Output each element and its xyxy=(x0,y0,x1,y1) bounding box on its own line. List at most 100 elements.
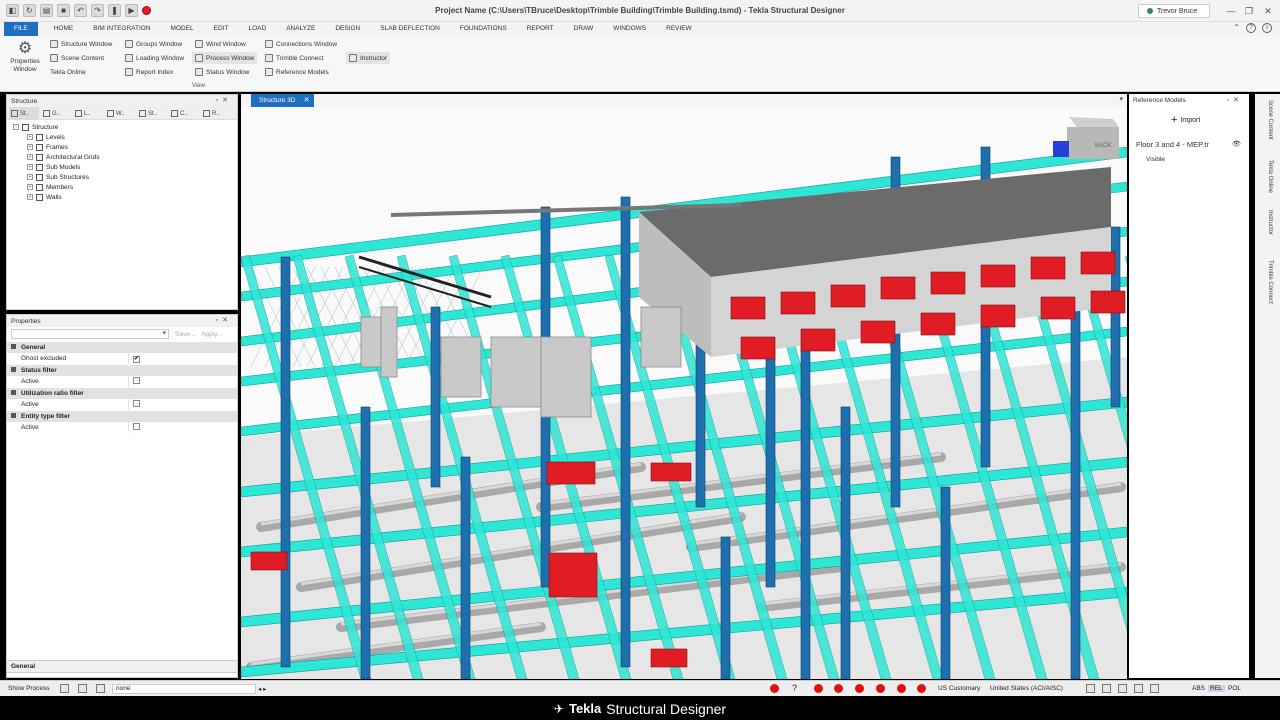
filter-icon[interactable] xyxy=(78,684,87,693)
expand-icon[interactable]: + xyxy=(27,154,33,160)
tree-item-members[interactable]: + Members xyxy=(13,182,237,192)
tree-item-walls[interactable]: + Walls xyxy=(13,192,237,202)
tab-analyze[interactable]: ANALYZE xyxy=(276,22,325,36)
error-icon-3[interactable] xyxy=(855,684,864,693)
tab-review[interactable]: REVIEW xyxy=(656,22,702,36)
tree-item-sub-models[interactable]: + Sub Models xyxy=(13,162,237,172)
tab-windows[interactable]: WINDOWS xyxy=(603,22,656,36)
report-index-button[interactable]: Report Index xyxy=(122,66,176,78)
tab-status[interactable]: St.. xyxy=(137,107,167,120)
section-entity-type-filter[interactable]: Entity type filter xyxy=(7,411,237,422)
tab-edit[interactable]: EDIT xyxy=(204,22,239,36)
tree-item-levels[interactable]: + Levels xyxy=(13,132,237,142)
tree-item-frames[interactable]: + Frames xyxy=(13,142,237,152)
3d-viewport[interactable]: BACK xyxy=(241,107,1127,679)
tab-connections[interactable]: C.. xyxy=(169,107,199,120)
tab-model[interactable]: MODEL xyxy=(161,22,204,36)
error-icon-5[interactable] xyxy=(897,684,906,693)
instructor-button[interactable]: Instructor xyxy=(346,52,391,64)
wind-window-button[interactable]: Wind Window xyxy=(192,38,249,50)
user-account[interactable]: Trevor Bruce xyxy=(1138,4,1210,18)
expand-icon[interactable]: + xyxy=(27,174,33,180)
import-button[interactable]: + Import xyxy=(1171,115,1200,126)
units-label[interactable]: US Customary xyxy=(938,685,980,692)
tab-wind[interactable]: W.. xyxy=(105,107,135,120)
status-active-checkbox[interactable] xyxy=(133,377,140,384)
help-icon[interactable]: ? xyxy=(792,683,797,693)
tab-home[interactable]: HOME xyxy=(44,22,84,36)
panel-close-icon[interactable]: ✕ xyxy=(222,317,232,324)
tab-design[interactable]: DESIGN xyxy=(325,22,370,36)
tab-slab-deflection[interactable]: SLAB DEFLECTION xyxy=(370,22,450,36)
entity-active-checkbox[interactable] xyxy=(133,423,140,430)
side-tab-instructor[interactable]: Instructor xyxy=(1259,210,1273,235)
info-icon[interactable]: i xyxy=(1262,23,1272,33)
groups-window-button[interactable]: Groups Window xyxy=(122,38,185,50)
grid-icon[interactable] xyxy=(1118,684,1127,693)
settings-icon[interactable] xyxy=(1150,684,1159,693)
structure-3d-scene[interactable]: BACK xyxy=(241,107,1127,679)
error-icon-2[interactable] xyxy=(834,684,843,693)
snap-icon[interactable] xyxy=(1086,684,1095,693)
tree-item-structure[interactable]: − Structure xyxy=(13,122,237,132)
mail-icon[interactable] xyxy=(96,684,105,693)
expand-icon[interactable]: + xyxy=(27,164,33,170)
tab-load[interactable]: LOAD xyxy=(238,22,276,36)
expand-icon[interactable]: + xyxy=(27,184,33,190)
tab-draw[interactable]: DRAW xyxy=(564,22,604,36)
error-icon-6[interactable] xyxy=(917,684,926,693)
tree-item-architectural-grids[interactable]: + Architectural Grids xyxy=(13,152,237,162)
minimize-icon[interactable]: — xyxy=(1224,4,1238,18)
close-tab-icon[interactable]: ✕ xyxy=(304,94,310,107)
tab-foundations[interactable]: FOUNDATIONS xyxy=(450,22,517,36)
side-tab-scene-content[interactable]: Scene Content xyxy=(1259,100,1273,140)
section-general[interactable]: General xyxy=(7,342,237,353)
process-window-button[interactable]: Process Window xyxy=(192,52,258,64)
tab-groups[interactable]: G.. xyxy=(41,107,71,120)
reference-models-button[interactable]: Reference Models xyxy=(262,66,332,78)
ghost-excluded-checkbox[interactable]: ✔ xyxy=(133,355,140,363)
structure-window-button[interactable]: Structure Window xyxy=(47,38,115,50)
apply-button[interactable]: Apply... xyxy=(201,331,222,338)
error-icon-1[interactable] xyxy=(814,684,823,693)
show-process-label[interactable]: Show Process xyxy=(8,685,50,692)
expand-icon[interactable]: + xyxy=(27,194,33,200)
status-window-button[interactable]: Status Window xyxy=(192,66,252,78)
rel-toggle[interactable]: REL xyxy=(1208,685,1225,692)
properties-window-button[interactable]: ⚙ Properties Window xyxy=(8,40,42,78)
loading-window-button[interactable]: Loading Window xyxy=(122,52,187,64)
select-icon[interactable] xyxy=(60,684,69,693)
abs-toggle[interactable]: ABS xyxy=(1192,685,1205,692)
section-utilization-filter[interactable]: Utilization ratio filter xyxy=(7,388,237,399)
tab-file[interactable]: FILE xyxy=(4,22,38,36)
collapse-ribbon-icon[interactable]: ⌃ xyxy=(1233,23,1240,33)
panel-close-icon[interactable]: ✕ xyxy=(222,97,232,104)
view-icon[interactable] xyxy=(1134,684,1143,693)
utilization-active-checkbox[interactable] xyxy=(133,400,140,407)
help-icon[interactable]: ? xyxy=(1246,23,1256,33)
tab-report[interactable]: R.. xyxy=(201,107,231,120)
stop-icon[interactable] xyxy=(770,684,779,693)
filter-combo[interactable]: none xyxy=(112,684,256,694)
tab-bim-integration[interactable]: BIM INTEGRATION xyxy=(83,22,160,36)
ortho-icon[interactable] xyxy=(1102,684,1111,693)
eye-icon[interactable]: 👁 xyxy=(1232,140,1241,148)
section-status-filter[interactable]: Status filter xyxy=(7,365,237,376)
tab-loading[interactable]: L.. xyxy=(73,107,103,120)
pol-toggle[interactable]: POL xyxy=(1228,685,1241,692)
close-icon[interactable]: ✕ xyxy=(1261,4,1275,18)
properties-type-select[interactable] xyxy=(11,329,169,339)
error-icon-4[interactable] xyxy=(876,684,885,693)
connections-window-button[interactable]: Connections Window xyxy=(262,38,340,50)
tree-item-sub-structures[interactable]: + Sub Structures xyxy=(13,172,237,182)
collapse-icon[interactable]: − xyxy=(13,124,19,130)
tab-structure-3d[interactable]: Structure 3D ✕ xyxy=(251,94,314,107)
side-tab-trimble-connect[interactable]: Trimble Connect xyxy=(1259,260,1273,304)
nav-arrows-icon[interactable]: ◂ ▸ xyxy=(258,685,266,693)
trimble-connect-button[interactable]: Trimble Connect xyxy=(262,52,326,64)
tab-report[interactable]: REPORT xyxy=(517,22,564,36)
expand-icon[interactable]: + xyxy=(27,134,33,140)
tekla-online-button[interactable]: Tekla Online xyxy=(47,66,89,78)
tab-structure[interactable]: St.. xyxy=(9,107,39,120)
expand-icon[interactable]: + xyxy=(27,144,33,150)
